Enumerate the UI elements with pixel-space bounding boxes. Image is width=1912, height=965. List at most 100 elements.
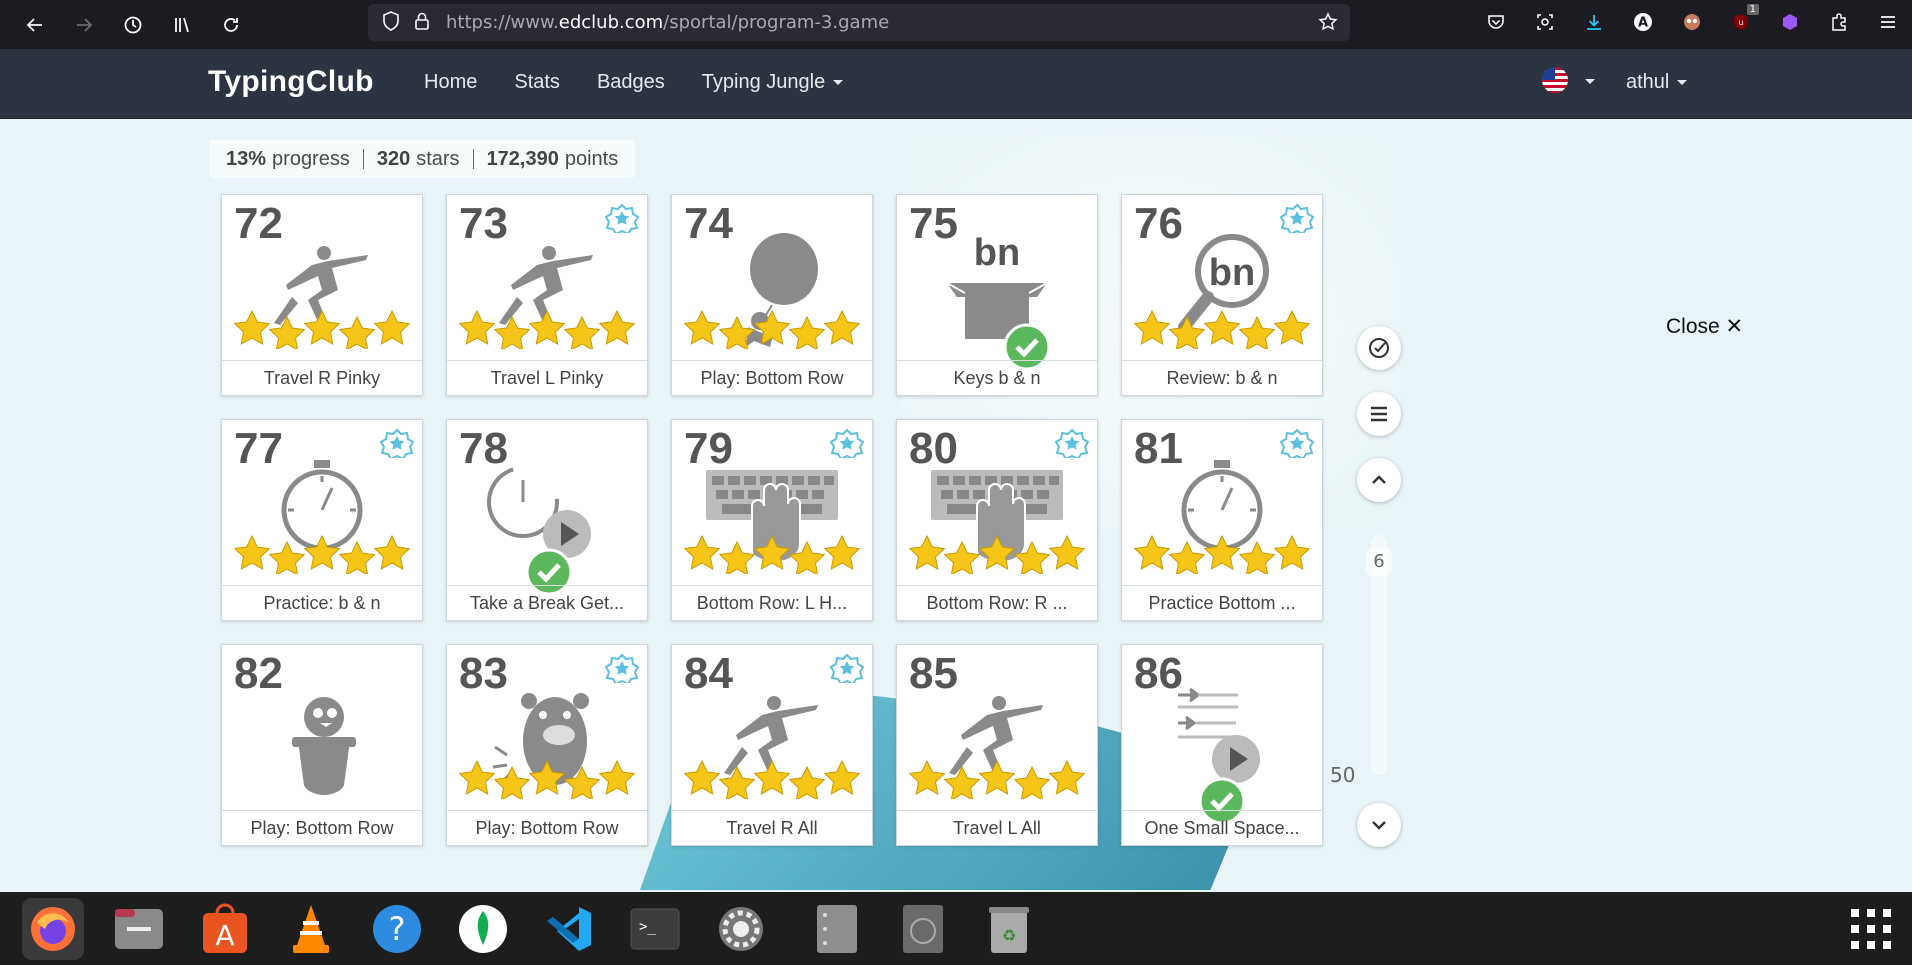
app-center-icon[interactable]: A — [194, 898, 256, 960]
server-files-icon[interactable] — [806, 898, 868, 960]
star-icon — [943, 540, 981, 574]
star-icon — [1238, 540, 1276, 574]
divider — [472, 149, 474, 169]
close-button[interactable]: Close ✕ — [1666, 314, 1743, 339]
puzzle-icon[interactable] — [1814, 0, 1863, 44]
lesson-card[interactable]: 86 One Small Space... — [1121, 644, 1323, 846]
download-icon[interactable] — [1569, 0, 1618, 44]
mongodb-icon[interactable] — [452, 898, 514, 960]
settings-icon[interactable] — [710, 898, 772, 960]
star-icon — [528, 309, 566, 345]
list-menu-button[interactable] — [1357, 392, 1401, 436]
terminal-icon[interactable]: >_ — [624, 898, 686, 960]
star-icon — [598, 309, 635, 345]
ublock-icon[interactable]: u1 — [1716, 0, 1765, 44]
star-icon — [303, 534, 341, 570]
star-icon — [788, 315, 826, 349]
purple-extension-icon[interactable] — [1765, 0, 1814, 44]
url-domain: edclub.com — [558, 12, 664, 33]
scroll-up-button[interactable] — [1357, 458, 1401, 502]
library-icon[interactable] — [157, 3, 206, 47]
star-icon — [788, 765, 826, 799]
points-count: 172,390 — [486, 147, 559, 170]
lesson-card[interactable]: 81 Practice Bottom ... — [1121, 419, 1323, 621]
star-icon — [493, 765, 531, 799]
svg-text:A: A — [1637, 16, 1647, 31]
nav-stats[interactable]: Stats — [514, 71, 560, 94]
nav-links: Home Stats Badges Typing Jungle — [424, 71, 844, 94]
stars-rating — [684, 759, 860, 799]
vlc-icon[interactable] — [280, 898, 342, 960]
files-icon[interactable] — [108, 898, 170, 960]
box-bn-icon: bn — [946, 232, 1051, 371]
lesson-card[interactable]: 73 Travel L Pinky — [446, 194, 648, 396]
star-icon — [1134, 534, 1171, 570]
star-icon — [718, 540, 756, 574]
star-icon — [978, 534, 1016, 570]
stars-rating — [684, 534, 860, 574]
scroll-down-button[interactable] — [1357, 803, 1401, 847]
trash-icon[interactable]: ♻ — [978, 898, 1040, 960]
us-flag-icon[interactable] — [1542, 67, 1568, 93]
svg-text:?: ? — [389, 910, 406, 948]
pocket-icon[interactable] — [1471, 0, 1520, 44]
star-icon — [684, 309, 721, 345]
screenshot-icon[interactable] — [1520, 0, 1569, 44]
forward-icon[interactable] — [59, 3, 108, 47]
chevron-up-icon — [1372, 475, 1386, 484]
lesson-card[interactable]: 80 Bottom Row: R ... — [896, 419, 1098, 621]
stars-rating — [909, 534, 1085, 574]
lesson-card[interactable]: 85 Travel L All — [896, 644, 1098, 846]
star-icon — [753, 309, 791, 345]
lesson-card[interactable]: 83 Play: Bottom Row — [446, 644, 648, 846]
star-icon — [1168, 315, 1206, 349]
star-icon — [718, 315, 756, 349]
close-label: Close — [1666, 315, 1720, 338]
nav-home[interactable]: Home — [424, 71, 477, 94]
star-icon — [1013, 765, 1051, 799]
url-text[interactable]: https://www.edclub.com/sportal/program-3… — [446, 12, 889, 33]
brand-logo[interactable]: TypingClub — [208, 65, 374, 99]
lesson-card[interactable]: 75 bn Keys b & n — [896, 194, 1098, 396]
lesson-card[interactable]: 77 Practice: b & n — [221, 419, 423, 621]
menu-icon[interactable] — [1863, 0, 1912, 44]
lesson-card[interactable]: 76 bn Review: b & n — [1121, 194, 1323, 396]
star-icon — [978, 759, 1016, 795]
bookmark-star-icon[interactable] — [1318, 12, 1338, 36]
user-menu[interactable]: athul — [1626, 71, 1688, 94]
lesson-card[interactable]: 79 Bottom Row: L H... — [671, 419, 873, 621]
star-icon — [1238, 315, 1276, 349]
chevron-down-icon — [833, 80, 844, 86]
avatar-extension-icon[interactable] — [1667, 0, 1716, 44]
divider — [362, 149, 364, 169]
nav-typing-jungle[interactable]: Typing Jungle — [702, 71, 844, 94]
lesson-card[interactable]: 84 Travel R All — [671, 644, 873, 846]
disk-icon[interactable] — [892, 898, 954, 960]
a-extension-icon[interactable]: A — [1618, 0, 1667, 44]
lesson-card[interactable]: 78 Take a Break Get... — [446, 419, 648, 621]
nav-badges[interactable]: Badges — [597, 71, 665, 94]
page-slider-handle[interactable]: 6 — [1366, 548, 1392, 576]
shield-icon[interactable] — [382, 10, 400, 35]
star-icon — [1048, 759, 1085, 795]
reload-icon[interactable] — [206, 3, 255, 47]
star-icon — [1203, 309, 1241, 345]
badge-icon — [380, 428, 414, 458]
lesson-card[interactable]: 82 Play: Bottom Row — [221, 644, 423, 846]
star-icon — [684, 759, 721, 795]
app-grid-icon[interactable] — [1840, 898, 1902, 960]
lock-icon[interactable] — [414, 11, 430, 35]
language-caret-icon[interactable] — [1585, 79, 1595, 84]
firefox-icon[interactable] — [22, 898, 84, 960]
lesson-card[interactable]: 74 Play: Bottom Row — [671, 194, 873, 396]
vscode-icon[interactable] — [538, 898, 600, 960]
url-bar[interactable]: https://www.edclub.com/sportal/program-3… — [368, 4, 1350, 41]
help-icon[interactable]: ? — [366, 898, 428, 960]
lesson-title: Bottom Row: L H... — [672, 585, 872, 620]
check-circle-button[interactable] — [1357, 326, 1401, 370]
lesson-card[interactable]: 72 Travel R Pinky — [221, 194, 423, 396]
history-icon[interactable] — [108, 3, 157, 47]
lesson-title: Travel R Pinky — [222, 360, 422, 395]
back-icon[interactable] — [10, 3, 59, 47]
star-icon — [493, 315, 531, 349]
